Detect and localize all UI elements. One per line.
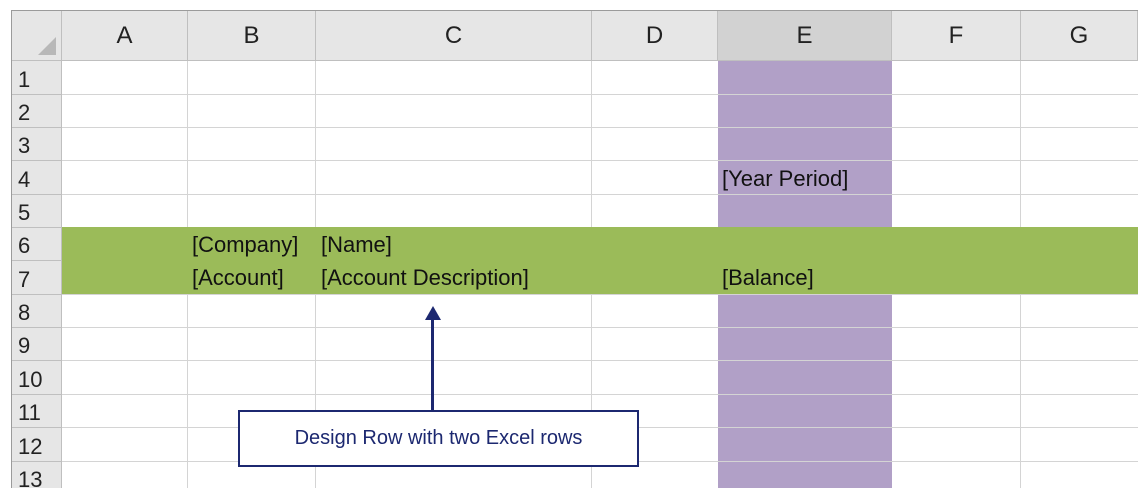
column-header-e[interactable]: E [718,11,892,61]
gridline [62,394,1138,395]
cell-c6[interactable]: [Name] [321,228,581,261]
row-header-4[interactable]: 4 [12,161,62,195]
cell-b6[interactable]: [Company] [192,228,314,261]
column-header-c[interactable]: C [316,11,592,61]
cell-c7[interactable]: [Account Description] [321,261,621,294]
gridline [62,360,1138,361]
column-header-g[interactable]: G [1021,11,1138,61]
row-number: 5 [18,200,31,225]
row-header-11[interactable]: 11 [12,395,62,428]
select-all-triangle-icon [38,37,56,55]
gridline [62,194,1138,195]
row-header-10[interactable]: 10 [12,361,62,395]
row-header-2[interactable]: 2 [12,95,62,128]
row-header-6[interactable]: 6 [12,228,62,261]
row-header-12[interactable]: 12 [12,428,62,462]
row-number: 11 [18,400,41,425]
column-header-b[interactable]: B [188,11,316,61]
cell-e7[interactable]: [Balance] [722,261,890,294]
row-header-3[interactable]: 3 [12,128,62,161]
gridline [62,294,1138,295]
callout-text: Design Row with two Excel rows [294,427,583,449]
row-number: 6 [18,233,31,258]
row-header-7[interactable]: 7 [12,261,62,295]
row-header-9[interactable]: 9 [12,328,62,361]
row-number: 1 [18,67,31,92]
spreadsheet-grid[interactable]: A B C D E F G 1 2 3 4 5 6 7 8 9 10 11 12… [11,10,1138,488]
row-number: 10 [18,367,43,392]
row-header-5[interactable]: 5 [12,195,62,228]
row-header-1[interactable]: 1 [12,61,62,95]
cell-e4[interactable]: [Year Period] [722,162,890,195]
gridline [62,160,1138,161]
row-number: 12 [18,434,43,459]
row-number: 2 [18,100,31,125]
callout-arrow [431,310,434,410]
cell-b7[interactable]: [Account] [192,261,314,294]
row-number: 3 [18,133,31,158]
callout-arrowhead-icon [425,306,441,320]
column-header-f[interactable]: F [892,11,1021,61]
row-header-13[interactable]: 13 [12,462,62,488]
column-header-a[interactable]: A [62,11,188,61]
select-all-corner[interactable] [12,11,62,61]
design-row-callout: Design Row with two Excel rows [238,410,639,467]
row-header-8[interactable]: 8 [12,295,62,328]
gridline [62,327,1138,328]
row-number: 8 [18,300,31,325]
row-number: 9 [18,333,31,358]
row-number: 7 [18,267,31,292]
row-number: 4 [18,167,31,192]
column-header-d[interactable]: D [592,11,718,61]
row-number: 13 [18,467,43,488]
gridline [62,94,1138,95]
gridline [62,127,1138,128]
